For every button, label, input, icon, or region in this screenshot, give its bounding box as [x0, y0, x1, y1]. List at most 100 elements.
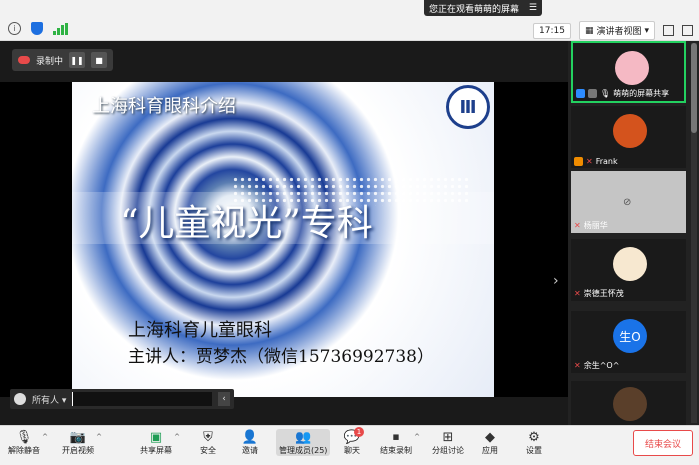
participant-tile[interactable]: ⊘ ✕ 杨丽华 — [571, 171, 686, 233]
chevron-down-icon: ▾ — [61, 395, 67, 406]
settings-button[interactable]: ⚙ 设置 — [526, 429, 542, 456]
participant-tile[interactable]: 🎙 萌萌的屏幕共享 — [571, 41, 686, 103]
shield-icon[interactable] — [31, 22, 43, 35]
participant-name-row: ✕ Frank — [574, 157, 618, 166]
avatar — [615, 51, 649, 85]
mic-icon: 🎙 — [600, 89, 611, 98]
participant-tile[interactable] — [571, 381, 686, 425]
chevron-up-icon[interactable]: ^ — [96, 433, 102, 441]
recording-indicator: 录制中 ❚❚ ■ — [12, 49, 114, 71]
pause-recording-button[interactable]: ❚❚ — [69, 52, 86, 68]
chat-input[interactable] — [72, 392, 212, 406]
view-mode-label: 演讲者视图 — [596, 27, 642, 37]
unmute-label: 解除静音 — [8, 446, 40, 455]
window-icon[interactable] — [682, 25, 693, 36]
manage-participants-label: 管理成员(25) — [279, 446, 328, 455]
scroll-thumb[interactable] — [691, 43, 697, 133]
end-recording-button[interactable]: ⏹ 结束录制 ^ — [380, 429, 420, 456]
breakout-label: 分组讨论 — [432, 446, 464, 455]
share-screen-label: 共享屏幕 — [140, 446, 172, 455]
apps-icon: ◆ — [485, 429, 495, 445]
manage-participants-button[interactable]: 👥 管理成员(25) — [276, 429, 331, 456]
chat-recipient-selector[interactable]: 所有人 ▾ — [32, 393, 66, 406]
slide-title: “儿童视光”专科 — [120, 203, 373, 244]
mic-muted-icon: ✕ — [574, 221, 581, 230]
shared-screen-stage: 录制中 ❚❚ ■ 上海科育眼科介绍 Ⅲ “儿童视光”专科 上海科育儿童眼科 主讲… — [0, 41, 568, 425]
apps-button[interactable]: ◆ 应用 — [482, 429, 498, 456]
avatar — [613, 114, 647, 148]
unmute-button[interactable]: 🎙 解除静音 ^ — [8, 429, 48, 456]
mic-muted-icon: 🎙 — [15, 429, 33, 445]
participant-name-row: ✕ 崇德王怀茂 — [574, 288, 624, 299]
settings-label: 设置 — [526, 446, 542, 455]
view-mode-selector[interactable]: ▦ 演讲者视图 ▾ — [578, 21, 655, 40]
chevron-up-icon[interactable]: ^ — [414, 433, 420, 441]
stop-recording-button[interactable]: ■ — [91, 52, 108, 68]
signal-icon[interactable] — [53, 22, 68, 35]
mic-muted-icon: ✕ — [574, 289, 581, 298]
gear-icon: ⚙ — [528, 429, 540, 445]
menu-icon[interactable]: ☰ — [529, 3, 537, 13]
meeting-toolbar: 🎙 解除静音 ^ 📷 开启视频 ^ ▣ 共享屏幕 ^ ⛨ 安全 👤 邀请 👥 管… — [0, 425, 699, 465]
screen-share-icon — [588, 89, 597, 98]
participant-tile[interactable]: 生O ✕ 余生^O^ — [571, 311, 686, 373]
panel-scrollbar[interactable] — [691, 43, 697, 423]
grid-icon: ▦ — [584, 25, 594, 36]
stop-record-icon: ⏹ — [392, 429, 400, 445]
end-meeting-button[interactable]: 结束会议 — [633, 430, 693, 456]
start-video-button[interactable]: 📷 开启视频 ^ — [62, 429, 102, 456]
participant-name: 萌萌的屏幕共享 — [613, 89, 670, 98]
participant-tile[interactable]: ✕ Frank — [571, 106, 686, 168]
start-video-label: 开启视频 — [62, 446, 94, 455]
breakout-icon: ⊞ — [442, 429, 454, 445]
share-screen-button[interactable]: ▣ 共享屏幕 ^ — [140, 429, 180, 456]
invite-button[interactable]: 👤 邀请 — [242, 429, 258, 456]
info-icon[interactable]: i — [8, 22, 21, 35]
avatar: 生O — [613, 319, 647, 353]
chevron-up-icon[interactable]: ^ — [42, 433, 48, 441]
apps-label: 应用 — [482, 446, 498, 455]
fullscreen-icon[interactable] — [663, 25, 674, 36]
users-icon: 👥 — [295, 429, 312, 445]
participant-name: 崇德王怀茂 — [583, 289, 624, 298]
mic-muted-icon: ✕ — [586, 157, 593, 166]
video-off-icon: 📷 — [69, 429, 87, 445]
chevron-up-icon[interactable]: ^ — [174, 433, 180, 441]
shield-icon: ⛨ — [203, 429, 213, 445]
chat-button[interactable]: 💬 1 聊天 — [344, 427, 364, 456]
security-button[interactable]: ⛨ 安全 — [200, 429, 216, 456]
security-label: 安全 — [200, 446, 216, 455]
participant-name: 杨丽华 — [583, 221, 608, 230]
cloud-record-icon — [18, 56, 30, 64]
avatar — [613, 387, 647, 421]
presentation-slide: 上海科育眼科介绍 Ⅲ “儿童视光”专科 上海科育儿童眼科 主讲人：贾梦杰（微信1… — [72, 82, 494, 397]
chat-badge: 1 — [354, 427, 364, 437]
status-icons: i — [8, 22, 68, 35]
user-icon — [574, 157, 583, 166]
participant-name-row: ✕ 杨丽华 — [574, 220, 608, 231]
panel-toggle-icon[interactable]: › — [553, 273, 559, 289]
chevron-down-icon: ▾ — [644, 25, 649, 36]
participant-name: 余生^O^ — [583, 361, 620, 370]
chat-label: 聊天 — [344, 446, 360, 455]
slide-presenter: 主讲人：贾梦杰（微信15736992738） — [128, 347, 434, 367]
participant-panel: 🎙 萌萌的屏幕共享 ✕ Frank ⊘ ✕ 杨丽华 ✕ 崇德王怀茂 生O ✕ 余… — [568, 41, 699, 425]
emoji-icon[interactable] — [14, 393, 26, 405]
top-right-controls: 17:15 ▦ 演讲者视图 ▾ — [533, 21, 693, 40]
collapse-chat-icon[interactable]: ‹ — [218, 392, 230, 406]
user-icon — [576, 89, 585, 98]
watching-banner-text: 您正在观看萌萌的屏幕 — [429, 4, 520, 15]
top-bar: i 您正在观看萌萌的屏幕 ☰ 17:15 ▦ 演讲者视图 ▾ — [0, 0, 699, 41]
chat-recipient-label: 所有人 — [32, 395, 60, 406]
avatar — [613, 247, 647, 281]
watching-banner: 您正在观看萌萌的屏幕 ☰ — [424, 0, 542, 16]
recording-label: 录制中 — [36, 56, 64, 67]
add-user-icon: 👤 — [241, 429, 259, 445]
participant-name-row: ✕ 余生^O^ — [574, 360, 619, 371]
slide-header: 上海科育眼科介绍 — [92, 96, 236, 117]
breakout-button[interactable]: ⊞ 分组讨论 — [432, 429, 464, 456]
video-off-icon: ⊘ — [623, 197, 632, 208]
chat-icon: 💬 1 — [344, 427, 364, 445]
quick-chat-bar: 所有人 ▾ ‹ — [10, 389, 234, 409]
participant-tile[interactable]: ✕ 崇德王怀茂 — [571, 239, 686, 301]
